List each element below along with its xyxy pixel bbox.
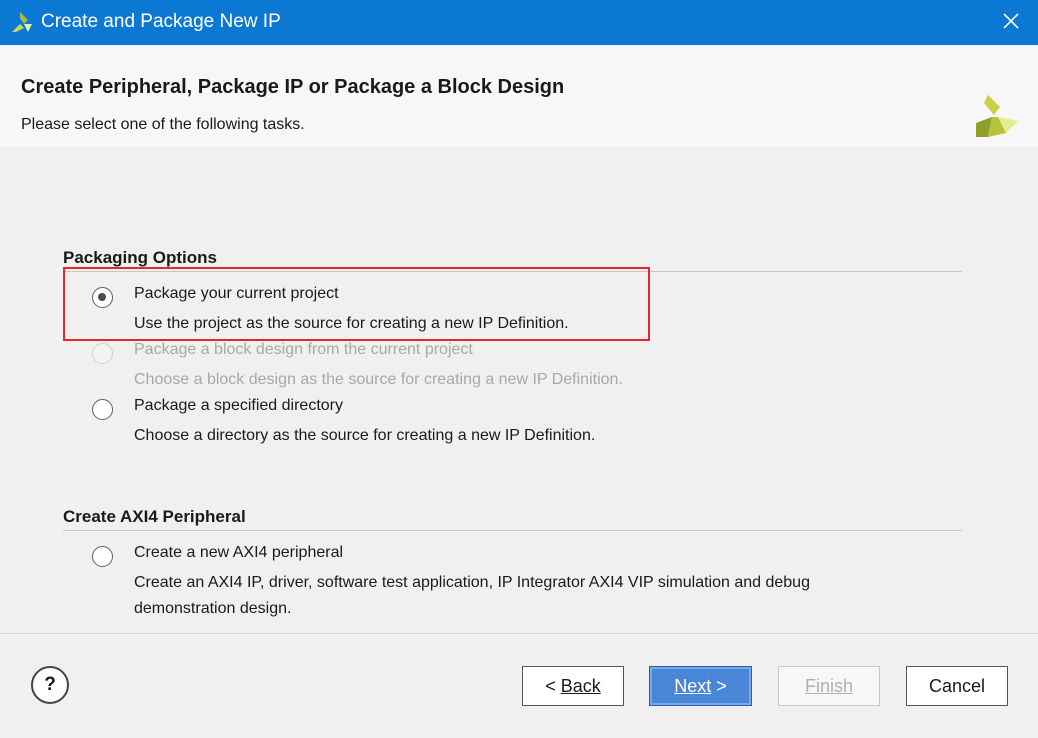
back-button[interactable]: < Back: [522, 666, 624, 706]
option-description-line1: Create an AXI4 IP, driver, software test…: [134, 574, 810, 591]
back-prefix: <: [545, 676, 561, 696]
option-description-line2: demonstration design.: [134, 600, 292, 617]
option-package-block-design: Package a block design from the current …: [92, 341, 952, 397]
next-button[interactable]: Next >: [649, 666, 752, 706]
option-label: Create a new AXI4 peripheral: [134, 544, 344, 561]
create-axi4-divider: [63, 530, 962, 531]
option-package-specified-directory[interactable]: Package a specified directory Choose a d…: [92, 397, 952, 453]
option-package-current-project[interactable]: Package your current project Use the pro…: [92, 285, 952, 341]
packaging-options-title: Packaging Options: [63, 248, 217, 267]
vivado-app-icon: [12, 12, 32, 32]
finish-label: Finish: [804, 676, 853, 696]
radio-package-block-design: [92, 343, 113, 364]
close-icon[interactable]: [998, 8, 1024, 34]
option-label: Package a block design from the current …: [134, 341, 473, 358]
radio-create-axi4-peripheral[interactable]: [92, 546, 113, 567]
dialog-header: Create Peripheral, Package IP or Package…: [0, 45, 1038, 147]
page-title: Create Peripheral, Package IP or Package…: [21, 76, 565, 98]
xilinx-logo-icon: [976, 95, 1018, 137]
back-label: Back: [560, 676, 601, 696]
option-description: Choose a block design as the source for …: [134, 371, 623, 388]
dialog-content: Packaging Options Package your current p…: [0, 147, 1038, 633]
next-label: Next: [674, 676, 712, 696]
dialog-footer: ? < Back Next > Finish Cancel: [0, 633, 1038, 738]
title-bar: Create and Package New IP: [0, 0, 1038, 45]
help-button[interactable]: ?: [31, 666, 69, 704]
page-subtitle: Please select one of the following tasks…: [21, 116, 305, 133]
option-label: Package your current project: [134, 285, 339, 302]
option-description: Use the project as the source for creati…: [134, 315, 569, 332]
finish-button: Finish: [778, 666, 880, 706]
create-axi4-peripheral-title: Create AXI4 Peripheral: [63, 507, 246, 526]
radio-package-current-project[interactable]: [92, 287, 113, 308]
cancel-button[interactable]: Cancel: [906, 666, 1008, 706]
option-description: Choose a directory as the source for cre…: [134, 427, 596, 444]
option-label: Package a specified directory: [134, 397, 343, 414]
next-suffix: >: [711, 676, 727, 696]
window-title: Create and Package New IP: [41, 11, 281, 32]
radio-package-specified-directory[interactable]: [92, 399, 113, 420]
option-create-axi4-peripheral[interactable]: Create a new AXI4 peripheral Create an A…: [92, 544, 952, 624]
